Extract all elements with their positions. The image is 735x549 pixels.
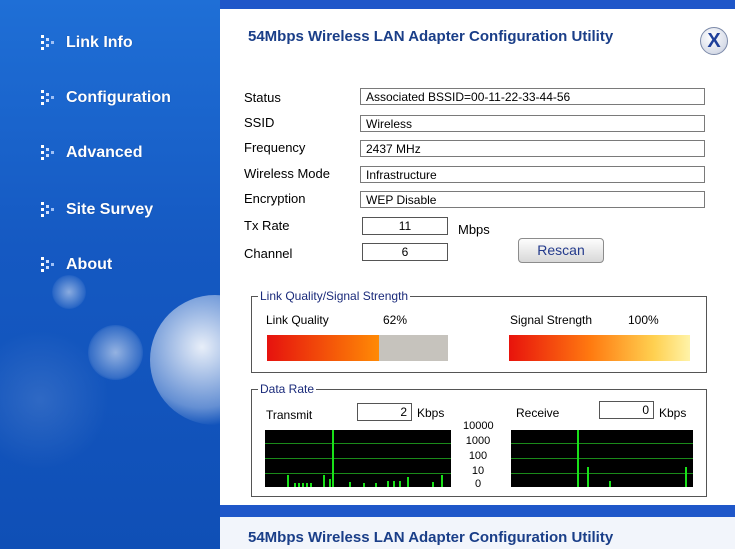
receive-value: 0 xyxy=(599,401,654,419)
ssid-label: SSID xyxy=(244,115,275,130)
channel-label: Channel xyxy=(244,246,293,261)
graph-spike xyxy=(587,467,589,487)
sidebar-item-configuration[interactable]: Configuration xyxy=(40,86,171,110)
sidebar-item-about[interactable]: About xyxy=(40,253,112,277)
transmit-label: Transmit xyxy=(266,408,313,422)
sidebar-item-label: Advanced xyxy=(66,144,143,161)
close-icon: X xyxy=(707,30,721,52)
wireless-mode-value: Infrastructure xyxy=(360,166,705,183)
sidebar-item-label: Site Survey xyxy=(66,201,154,218)
ssid-value: Wireless xyxy=(360,115,705,132)
signal-strength-value: 100% xyxy=(628,313,659,327)
transmit-value: 2 xyxy=(357,403,412,421)
second-window-top-strip xyxy=(220,505,735,517)
graph-spike xyxy=(432,482,434,487)
graph-spike xyxy=(441,475,443,487)
top-accent-strip xyxy=(220,0,735,9)
graph-gridline xyxy=(265,473,451,474)
graph-spike xyxy=(323,475,325,487)
sidebar-item-label: Configuration xyxy=(66,89,171,106)
link-quality-label: Link Quality xyxy=(266,313,329,327)
frequency-value: 2437 MHz xyxy=(360,140,705,157)
sidebar-item-label: Link Info xyxy=(66,34,133,51)
channel-value: 6 xyxy=(362,243,448,261)
graph-spike xyxy=(363,483,365,487)
nav-bullet-icon xyxy=(41,35,54,50)
graph-gridline xyxy=(511,443,693,444)
sidebar-item-link-info[interactable]: Link Info xyxy=(40,31,133,55)
signal-strength-bar-fill xyxy=(509,335,690,361)
receive-label: Receive xyxy=(516,406,560,420)
nav-bullet-icon xyxy=(41,257,54,272)
scale-label: 10 xyxy=(471,465,485,477)
graph-gridline xyxy=(265,458,451,459)
rescan-button[interactable]: Rescan xyxy=(518,238,604,263)
link-quality-bar-fill xyxy=(267,335,380,361)
graph-spike xyxy=(306,483,308,487)
graph-spike xyxy=(685,467,687,487)
graph-gridline xyxy=(265,443,451,444)
wireless-mode-label: Wireless Mode xyxy=(244,166,330,181)
graph-spike xyxy=(407,477,409,487)
sidebar-glow-small xyxy=(52,275,86,309)
nav-bullet-icon xyxy=(41,145,54,160)
transmit-graph xyxy=(265,430,451,487)
graph-gridline xyxy=(511,473,693,474)
graph-spike xyxy=(294,483,296,487)
status-label: Status xyxy=(244,90,281,105)
sidebar-item-site-survey[interactable]: Site Survey xyxy=(40,198,153,222)
scale-label: 10000 xyxy=(463,420,494,432)
signal-strength-bar xyxy=(509,335,690,361)
sidebar: Link Info Configuration Advanced Site Su… xyxy=(0,0,220,549)
graph-spike xyxy=(399,481,401,487)
encryption-label: Encryption xyxy=(244,191,306,206)
link-quality-value: 62% xyxy=(383,313,408,327)
graph-spike xyxy=(393,481,395,487)
nav-bullet-icon xyxy=(41,202,54,217)
tx-rate-label: Tx Rate xyxy=(244,218,290,233)
scale-label: 100 xyxy=(468,450,488,462)
graph-spike xyxy=(577,430,579,487)
graph-spike xyxy=(375,483,377,487)
tx-rate-value: 11 xyxy=(362,217,448,235)
data-rate-group-title: Data Rate xyxy=(258,382,317,396)
graph-spike xyxy=(298,483,300,487)
signal-strength-label: Signal Strength xyxy=(510,313,593,327)
graph-spike xyxy=(609,481,611,487)
graph-spike xyxy=(332,430,334,487)
second-window-title: 54Mbps Wireless LAN Adapter Configuratio… xyxy=(248,529,614,546)
graph-spike xyxy=(302,483,304,487)
link-quality-group-title: Link Quality/Signal Strength xyxy=(258,289,411,303)
receive-graph xyxy=(511,430,693,487)
graph-spike xyxy=(387,481,389,487)
transmit-unit: Kbps xyxy=(417,406,445,420)
window-title: 54Mbps Wireless LAN Adapter Configuratio… xyxy=(248,28,614,45)
sidebar-glow-large xyxy=(150,295,220,425)
graph-spike xyxy=(349,482,351,487)
graph-spike xyxy=(310,483,312,487)
status-value: Associated BSSID=00-11-22-33-44-56 xyxy=(360,88,705,105)
sidebar-item-label: About xyxy=(66,256,113,273)
scale-label: 1000 xyxy=(465,435,491,447)
link-quality-bar xyxy=(267,335,448,361)
graph-spike xyxy=(287,475,289,487)
nav-bullet-icon xyxy=(41,90,54,105)
sidebar-item-advanced[interactable]: Advanced xyxy=(40,141,142,165)
tx-rate-unit: Mbps xyxy=(458,222,490,237)
close-button[interactable]: X xyxy=(700,27,728,55)
receive-unit: Kbps xyxy=(659,406,687,420)
encryption-value: WEP Disable xyxy=(360,191,705,208)
graph-spike xyxy=(329,479,331,487)
graph-gridline xyxy=(511,458,693,459)
scale-label: 0 xyxy=(474,478,482,490)
frequency-label: Frequency xyxy=(244,140,306,155)
